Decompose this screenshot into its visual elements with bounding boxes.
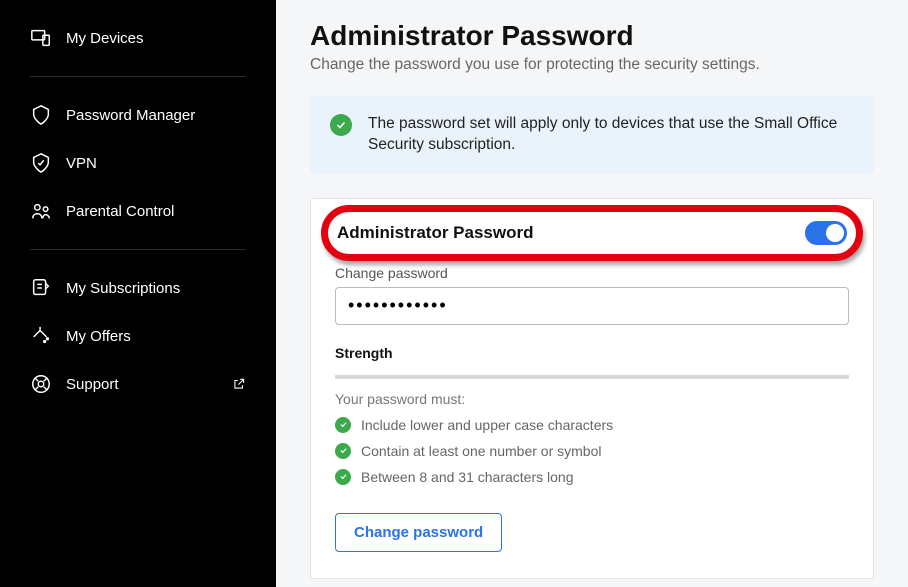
toggle-label: Administrator Password [337,223,534,243]
password-panel: Administrator Password Change password S… [310,198,874,579]
sidebar-divider [30,249,246,250]
info-banner-text: The password set will apply only to devi… [368,114,854,156]
requirement-text: Between 8 and 31 characters long [361,469,573,485]
offers-icon [30,325,52,347]
requirements-heading: Your password must: [335,391,849,407]
sidebar-item-label: My Offers [66,328,131,345]
check-icon [335,469,351,485]
sidebar-item-label: My Devices [66,30,144,47]
family-icon [30,200,52,222]
subscriptions-icon [30,277,52,299]
password-input[interactable] [335,287,849,325]
info-banner: The password set will apply only to devi… [310,96,874,174]
sidebar-item-parental-control[interactable]: Parental Control [30,187,246,235]
sidebar-item-password-manager[interactable]: Password Manager [30,91,246,139]
requirement-item: Include lower and upper case characters [335,417,849,433]
toggle-knob [826,224,844,242]
sidebar-item-label: Password Manager [66,107,195,124]
sidebar-item-label: Parental Control [66,203,174,220]
requirement-item: Between 8 and 31 characters long [335,469,849,485]
admin-password-toggle[interactable] [805,221,847,245]
vpn-icon [30,152,52,174]
toggle-row-wrap: Administrator Password [335,217,849,249]
check-circle-icon [330,114,352,136]
page-title: Administrator Password [310,20,874,52]
sidebar-item-vpn[interactable]: VPN [30,139,246,187]
requirement-text: Include lower and upper case characters [361,417,613,433]
check-icon [335,443,351,459]
sidebar-item-label: Support [66,376,119,393]
main-content: Administrator Password Change the passwo… [276,0,908,587]
external-link-icon [232,377,246,391]
page-subtitle: Change the password you use for protecti… [310,56,874,74]
shield-key-icon [30,104,52,126]
sidebar-item-subscriptions[interactable]: My Subscriptions [30,264,246,312]
sidebar-item-label: VPN [66,155,97,172]
requirement-item: Contain at least one number or symbol [335,443,849,459]
sidebar-divider [30,76,246,77]
change-password-button[interactable]: Change password [335,513,502,552]
sidebar-item-offers[interactable]: My Offers [30,312,246,360]
strength-label: Strength [335,345,849,361]
support-icon [30,373,52,395]
sidebar: My Devices Password Manager VPN Parental… [0,0,276,587]
requirement-text: Contain at least one number or symbol [361,443,601,459]
password-field-label: Change password [335,265,849,281]
sidebar-item-support[interactable]: Support [30,360,246,408]
admin-password-toggle-row: Administrator Password [335,217,849,249]
sidebar-item-label: My Subscriptions [66,280,180,297]
sidebar-item-devices[interactable]: My Devices [30,14,246,62]
check-icon [335,417,351,433]
strength-meter [335,375,849,379]
devices-icon [30,27,52,49]
